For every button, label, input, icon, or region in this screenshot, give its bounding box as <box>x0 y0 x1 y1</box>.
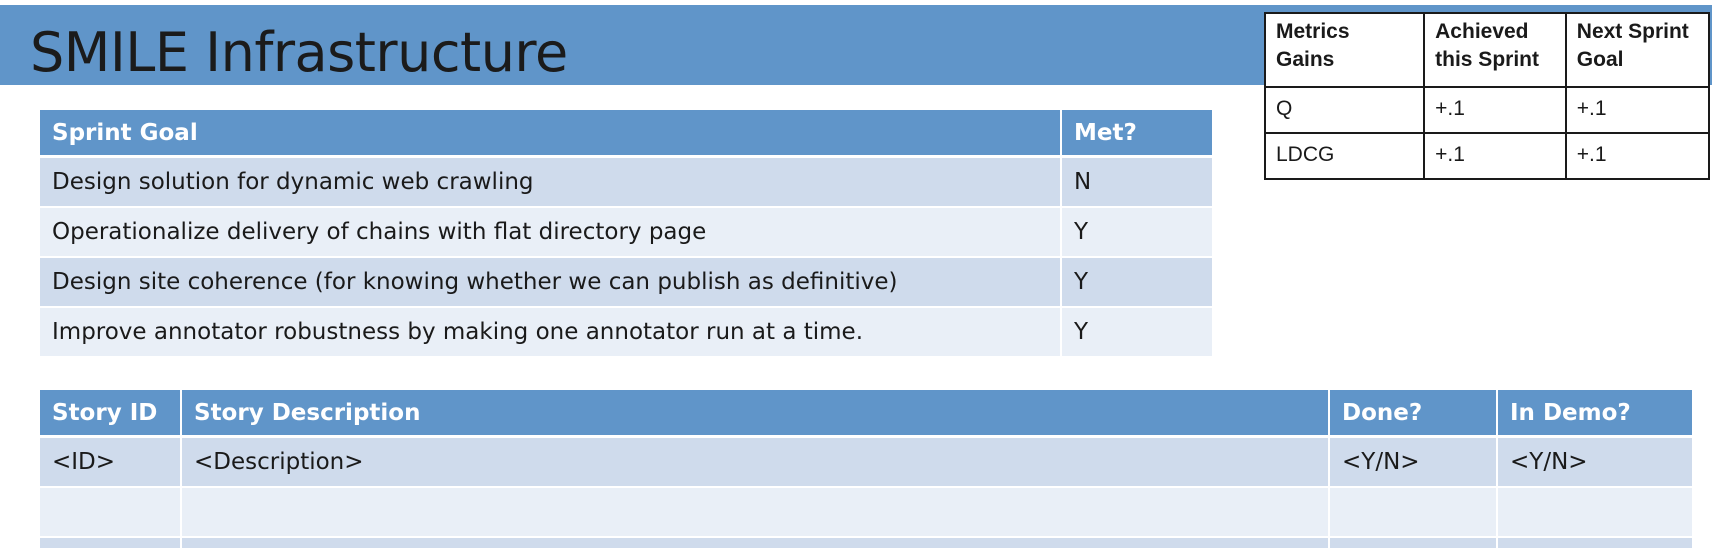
story-in-demo <box>1498 488 1692 538</box>
table-row: <ID> <Description> <Y/N> <Y/N> <box>40 438 1692 488</box>
stories-header-id: Story ID <box>40 390 182 438</box>
story-in-demo: <Y/N> <box>1498 438 1692 488</box>
table-row <box>40 488 1692 538</box>
metrics-table: Metrics Gains Achieved this Sprint Next … <box>1263 12 1711 180</box>
goal-met: Y <box>1062 308 1212 358</box>
story-description <box>182 538 1330 550</box>
story-description <box>182 488 1330 538</box>
table-row: Design solution for dynamic web crawling… <box>40 158 1212 208</box>
metrics-header-achieved: Achieved this Sprint <box>1423 12 1567 88</box>
story-in-demo <box>1498 538 1692 550</box>
stories-table: Story ID Story Description Done? In Demo… <box>40 390 1692 550</box>
story-description: <Description> <box>182 438 1330 488</box>
goal-met: Y <box>1062 258 1212 308</box>
story-id <box>40 488 182 538</box>
goal-met: Y <box>1062 208 1212 258</box>
table-row: Operationalize delivery of chains with f… <box>40 208 1212 258</box>
stories-header-description: Story Description <box>182 390 1330 438</box>
goal-text: Design solution for dynamic web crawling <box>40 158 1062 208</box>
metrics-row: Q +.1 +.1 <box>1263 86 1711 134</box>
stories-header-done: Done? <box>1330 390 1498 438</box>
goal-text: Design site coherence (for knowing wheth… <box>40 258 1062 308</box>
metrics-header-row: Metrics Gains Achieved this Sprint Next … <box>1263 12 1711 88</box>
metrics-row: LDCG +.1 +.1 <box>1263 132 1711 180</box>
metrics-header-next-goal: Next Sprint Goal <box>1564 12 1711 88</box>
metrics-cell-name: LDCG <box>1263 132 1426 180</box>
goal-text: Operationalize delivery of chains with f… <box>40 208 1062 258</box>
metrics-header-gains: Metrics Gains <box>1263 12 1426 88</box>
table-row <box>40 538 1692 550</box>
metrics-cell-name: Q <box>1263 86 1426 134</box>
metrics-cell-next: +.1 <box>1564 132 1711 180</box>
stories-header-in-demo: In Demo? <box>1498 390 1692 438</box>
goals-header-row: Sprint Goal Met? <box>40 110 1212 158</box>
goals-header-goal: Sprint Goal <box>40 110 1062 158</box>
slide: SMILE Infrastructure Metrics Gains Achie… <box>0 0 1725 557</box>
table-row: Design site coherence (for knowing wheth… <box>40 258 1212 308</box>
story-done <box>1330 538 1498 550</box>
sprint-goals-table: Sprint Goal Met? Design solution for dyn… <box>40 110 1212 358</box>
story-done: <Y/N> <box>1330 438 1498 488</box>
story-done <box>1330 488 1498 538</box>
goal-text: Improve annotator robustness by making o… <box>40 308 1062 358</box>
stories-header-row: Story ID Story Description Done? In Demo… <box>40 390 1692 438</box>
metrics-cell-achieved: +.1 <box>1423 86 1567 134</box>
metrics-cell-next: +.1 <box>1564 86 1711 134</box>
goal-met: N <box>1062 158 1212 208</box>
story-id: <ID> <box>40 438 182 488</box>
story-id <box>40 538 182 550</box>
metrics-cell-achieved: +.1 <box>1423 132 1567 180</box>
table-row: Improve annotator robustness by making o… <box>40 308 1212 358</box>
goals-header-met: Met? <box>1062 110 1212 158</box>
page-title: SMILE Infrastructure <box>30 21 568 84</box>
